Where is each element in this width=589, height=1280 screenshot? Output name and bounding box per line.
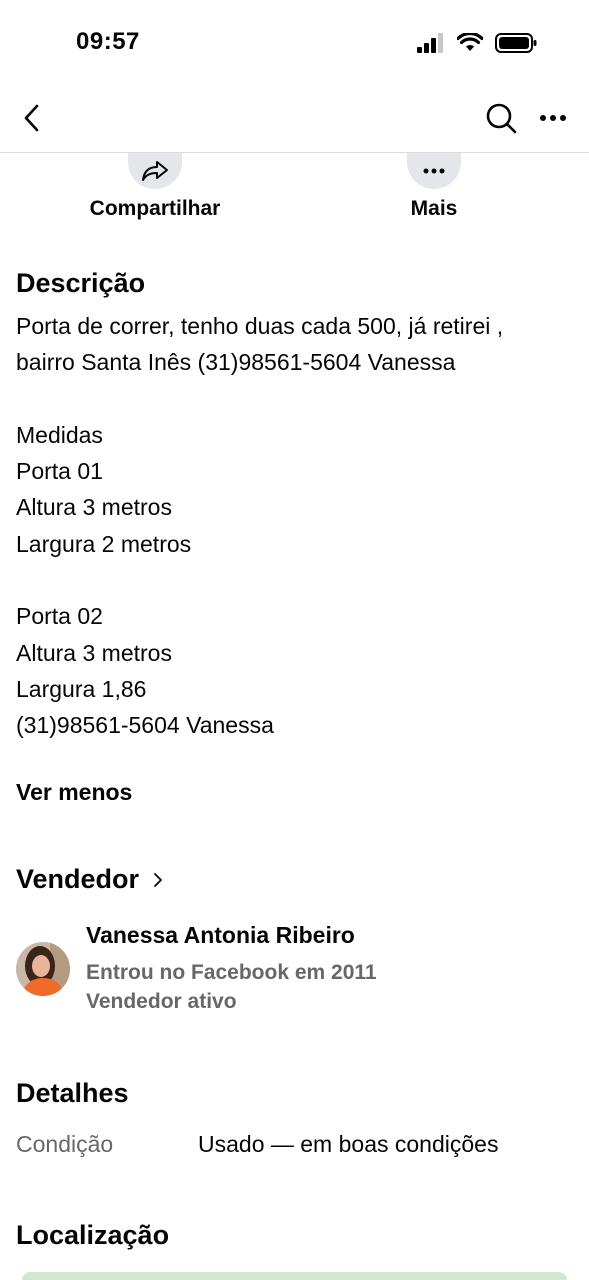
search-icon xyxy=(486,103,517,134)
description-text: Porta de correr, tenho duas cada 500, já… xyxy=(16,313,504,739)
more-button[interactable] xyxy=(407,153,461,189)
location-title: Localização xyxy=(16,1220,170,1250)
seller-status: Vendedor ativo xyxy=(86,990,237,1013)
more-horizontal-icon xyxy=(540,115,566,121)
see-less-link[interactable]: Ver menos xyxy=(16,779,132,806)
seller-header[interactable]: Vendedor xyxy=(16,864,163,895)
location-map[interactable] xyxy=(22,1272,567,1280)
more-options-button[interactable] xyxy=(533,100,573,136)
more-action[interactable]: Mais xyxy=(394,153,474,221)
details-title: Detalhes xyxy=(16,1078,129,1108)
share-button[interactable] xyxy=(128,153,182,189)
condition-value: Usado — em boas condições xyxy=(198,1131,499,1157)
chevron-right-icon xyxy=(154,872,162,887)
share-label: Compartilhar xyxy=(89,197,221,220)
condition-label: Condição xyxy=(16,1131,114,1157)
actions-row: Compartilhar Mais xyxy=(0,153,589,233)
status-icons xyxy=(417,31,537,59)
nav-bar xyxy=(0,88,589,153)
share-icon xyxy=(142,161,168,181)
back-button[interactable] xyxy=(14,100,50,136)
status-bar: 09:57 xyxy=(0,0,589,88)
signal-icon xyxy=(417,33,445,58)
back-chevron-icon xyxy=(24,104,39,132)
wifi-icon xyxy=(456,31,484,58)
seller-avatar[interactable] xyxy=(16,942,70,996)
more-icon xyxy=(423,168,445,174)
description-title: Descrição xyxy=(16,268,146,298)
share-action[interactable]: Compartilhar xyxy=(83,153,227,221)
seller-title: Vendedor xyxy=(16,864,140,894)
seller-name[interactable]: Vanessa Antonia Ribeiro xyxy=(86,922,355,949)
more-label: Mais xyxy=(410,197,458,220)
battery-icon xyxy=(495,32,537,59)
status-time: 09:57 xyxy=(76,28,140,55)
seller-joined: Entrou no Facebook em 2011 xyxy=(86,961,377,984)
search-button[interactable] xyxy=(483,100,519,136)
